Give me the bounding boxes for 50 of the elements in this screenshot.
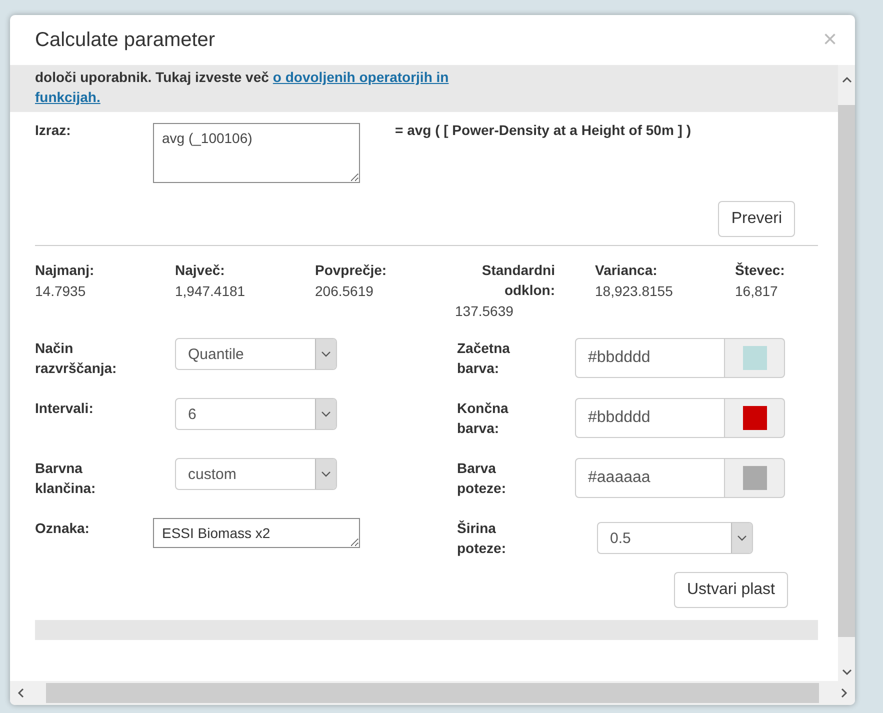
stat-label: Varianca: (595, 261, 658, 280)
dropdown[interactable]: custom (175, 458, 337, 490)
field-label: Končna barva: (457, 399, 510, 438)
help-link[interactable]: o dovoljenih operatorjih in (272, 69, 449, 85)
stat-label: Standardni odklon: (480, 261, 555, 300)
dropdown[interactable]: Quantile (175, 338, 337, 370)
caret-icon (315, 459, 336, 489)
stat-label: Števec: (735, 261, 785, 280)
dialog-title: Calculate parameter (35, 28, 216, 52)
scroll-right-icon[interactable] (839, 687, 849, 699)
caret-icon (315, 399, 336, 429)
help-link[interactable]: funkcijah. (35, 87, 100, 107)
stat-value: 137.5639 (455, 302, 514, 321)
field-label: Začetna barva: (457, 339, 511, 378)
label-field[interactable]: ESSI Biomass x2 (153, 518, 360, 548)
scroll-left-icon[interactable] (16, 687, 26, 699)
color-input[interactable]: #bbdddd (575, 398, 725, 438)
expression-preview: = avg ( [ Power-Density at a Height of 50m ] ) (395, 121, 692, 140)
check-button[interactable]: Preveri (718, 201, 795, 237)
stat-value: 1,947.4181 (175, 282, 246, 301)
field-label: Intervali: (35, 399, 94, 418)
dropdown[interactable]: 0.5 (597, 522, 753, 554)
create-layer-button[interactable]: Ustvari plast (674, 572, 788, 608)
expression-label: Izraz: (35, 121, 72, 140)
caret-icon (315, 339, 336, 369)
caret-icon (731, 523, 752, 553)
scroll-down-icon[interactable] (840, 667, 852, 677)
dropdown[interactable]: 6 (175, 398, 337, 430)
field-label: Širina poteze: (457, 519, 507, 558)
color-input[interactable]: #aaaaaa (575, 458, 725, 498)
stat-label: Povprečje: (315, 261, 387, 280)
field-label: Barva poteze: (457, 459, 507, 498)
stat-label: Največ: (175, 261, 225, 280)
stat-label: Najmanj: (35, 261, 94, 280)
horizontal-scrollbar[interactable] (10, 681, 855, 705)
vertical-scrollbar[interactable] (838, 65, 855, 681)
field-label: Oznaka: (35, 519, 90, 538)
color-picker-button[interactable] (725, 398, 785, 438)
scroll-up-icon[interactable] (840, 75, 852, 85)
expression-field[interactable]: avg (_100106) (153, 123, 360, 183)
intro-text: določi uporabnik. Tukaj izveste več (35, 69, 269, 85)
stat-value: 206.5619 (315, 282, 374, 301)
color-picker-button[interactable] (725, 338, 785, 378)
stat-value: 16,817 (735, 282, 778, 301)
stat-value: 18,923.8155 (595, 282, 673, 301)
field-label: Barvna klančina: (35, 459, 97, 498)
field-label: Način razvrščanja: (35, 339, 118, 378)
stat-value: 14.7935 (35, 282, 86, 301)
color-input[interactable]: #bbdddd (575, 338, 725, 378)
color-picker-button[interactable] (725, 458, 785, 498)
